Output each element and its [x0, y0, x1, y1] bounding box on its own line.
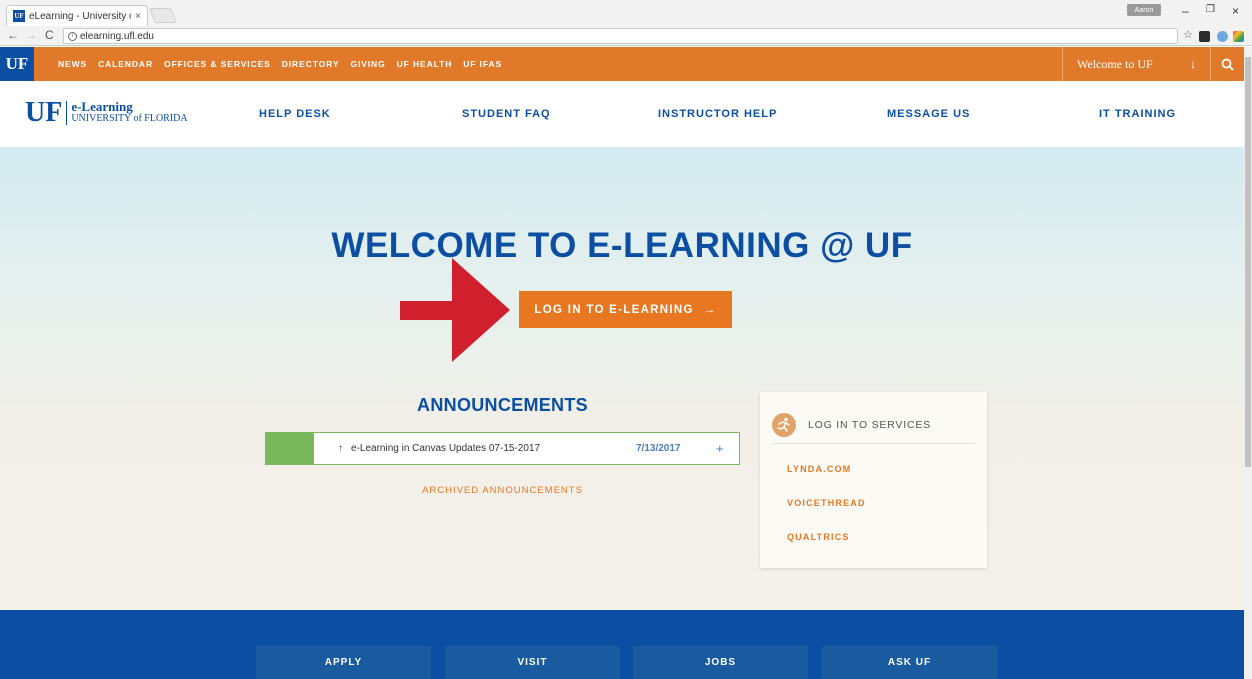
services-panel: LOG IN TO SERVICES LYNDA.COM VOICETHREAD… — [760, 392, 987, 568]
browser-tab[interactable]: UF eLearning - University of × — [6, 5, 148, 26]
announcement-title[interactable]: e-Learning in Canvas Updates 07-15-2017 — [351, 443, 540, 454]
uf-nav-offices-services[interactable]: OFFICES & SERVICES — [164, 59, 271, 69]
nav-student-faq[interactable]: STUDENT FAQ — [462, 108, 551, 120]
login-elearning-button[interactable]: LOG IN TO E-LEARNING → — [519, 291, 732, 328]
minimize-button[interactable]: – — [1182, 4, 1189, 18]
announcements-heading: ANNOUNCEMENTS — [417, 395, 588, 415]
announcement-text-wrap: ↑ e-Learning in Canvas Updates 07-15-201… — [338, 443, 540, 454]
colorpicker-icon[interactable] — [1233, 31, 1244, 42]
arrow-right-icon: → — [703, 303, 717, 316]
scrollbar-thumb[interactable] — [1245, 57, 1251, 467]
logo-text: e-Learning UNIVERSITY of FLORIDA — [66, 99, 188, 125]
profile-button[interactable]: Aaron — [1127, 4, 1161, 16]
uf-favicon-icon: UF — [13, 10, 25, 22]
archived-announcements-link[interactable]: ARCHIVED ANNOUNCEMENTS — [265, 485, 740, 496]
site-header: UF e-Learning UNIVERSITY of FLORIDA HELP… — [0, 81, 1244, 147]
announcement-color-bar — [266, 433, 314, 464]
uf-global-nav: NEWS CALENDAR OFFICES & SERVICES DIRECTO… — [58, 47, 502, 81]
pdf-icon[interactable] — [1199, 31, 1210, 42]
footer-apply-button[interactable]: APPLY — [256, 646, 431, 679]
forward-button[interactable]: → — [25, 28, 37, 42]
search-button[interactable] — [1210, 47, 1244, 81]
uf-nav-uf-health[interactable]: UF HEALTH — [397, 59, 453, 69]
reload-button[interactable]: C — [45, 28, 54, 42]
nav-message-us[interactable]: MESSAGE US — [887, 108, 970, 120]
runner-icon — [772, 412, 796, 437]
footer-ask-uf-button[interactable]: ASK UF — [822, 646, 997, 679]
uf-nav-news[interactable]: NEWS — [58, 59, 87, 69]
new-tab-button[interactable] — [149, 8, 177, 23]
nav-it-training[interactable]: IT TRAINING — [1099, 108, 1176, 120]
address-bar[interactable]: i elearning.ufl.edu — [63, 28, 1178, 44]
tab-title: eLearning - University of — [29, 10, 132, 22]
announcement-date: 7/13/2017 — [636, 443, 681, 454]
back-button[interactable]: ← — [7, 28, 19, 42]
nav-help-desk[interactable]: HELP DESK — [259, 108, 331, 120]
restore-button[interactable]: ❐ — [1206, 4, 1215, 15]
services-header: LOG IN TO SERVICES — [772, 406, 975, 444]
services-title: LOG IN TO SERVICES — [808, 418, 931, 431]
welcome-label: Welcome to UF — [1077, 56, 1153, 71]
announcement-item[interactable]: ↑ e-Learning in Canvas Updates 07-15-201… — [265, 432, 740, 465]
page-scrollbar[interactable] — [1244, 47, 1252, 679]
arrow-down-icon: ↓ — [1190, 56, 1196, 71]
elearning-logo[interactable]: UF e-Learning UNIVERSITY of FLORIDA — [25, 97, 188, 128]
browser-toolbar: ← → C i elearning.ufl.edu ☆ — [0, 26, 1252, 46]
nav-instructor-help[interactable]: INSTRUCTOR HELP — [658, 108, 777, 120]
uf-global-bar: UF NEWS CALENDAR OFFICES & SERVICES DIRE… — [0, 47, 1244, 81]
logo-line-2: UNIVERSITY of FLORIDA — [71, 113, 188, 124]
footer-band: APPLY VISIT JOBS ASK UF — [0, 610, 1244, 679]
hero-section: WELCOME TO E-LEARNING @ UF LOG IN TO E-L… — [0, 147, 1244, 610]
close-window-button[interactable]: × — [1232, 4, 1239, 18]
uf-nav-giving[interactable]: GIVING — [350, 59, 385, 69]
browser-tab-strip: UF eLearning - University of × Aaron – ❐… — [0, 0, 1252, 26]
footer-visit-button[interactable]: VISIT — [445, 646, 620, 679]
arrow-up-icon: ↑ — [338, 443, 343, 454]
service-link-voicethread[interactable]: VOICETHREAD — [787, 498, 866, 508]
welcome-dropdown[interactable]: Welcome to UF ↓ — [1062, 47, 1210, 81]
service-link-lynda[interactable]: LYNDA.COM — [787, 464, 851, 474]
uf-logo[interactable]: UF — [0, 47, 34, 81]
red-arrow-annotation — [400, 258, 510, 362]
footer-jobs-button[interactable]: JOBS — [633, 646, 808, 679]
logo-uf-mark: UF — [25, 97, 63, 128]
uf-nav-uf-ifas[interactable]: UF IFAS — [463, 59, 502, 69]
service-link-qualtrics[interactable]: QUALTRICS — [787, 532, 850, 542]
uf-nav-calendar[interactable]: CALENDAR — [98, 59, 153, 69]
page-title: WELCOME TO E-LEARNING @ UF — [331, 226, 913, 265]
bookmark-star-icon[interactable]: ☆ — [1183, 28, 1193, 41]
login-label: LOG IN TO E-LEARNING — [534, 303, 694, 316]
uf-nav-directory[interactable]: DIRECTORY — [282, 59, 340, 69]
site-info-icon[interactable]: i — [68, 31, 77, 41]
expand-icon[interactable]: + — [716, 441, 724, 456]
logo-line-1: e-Learning — [71, 99, 133, 114]
search-icon — [1221, 58, 1234, 71]
cast-icon[interactable] — [1217, 31, 1228, 42]
tab-close-icon[interactable]: × — [135, 11, 141, 22]
url-text: elearning.ufl.edu — [80, 30, 154, 42]
